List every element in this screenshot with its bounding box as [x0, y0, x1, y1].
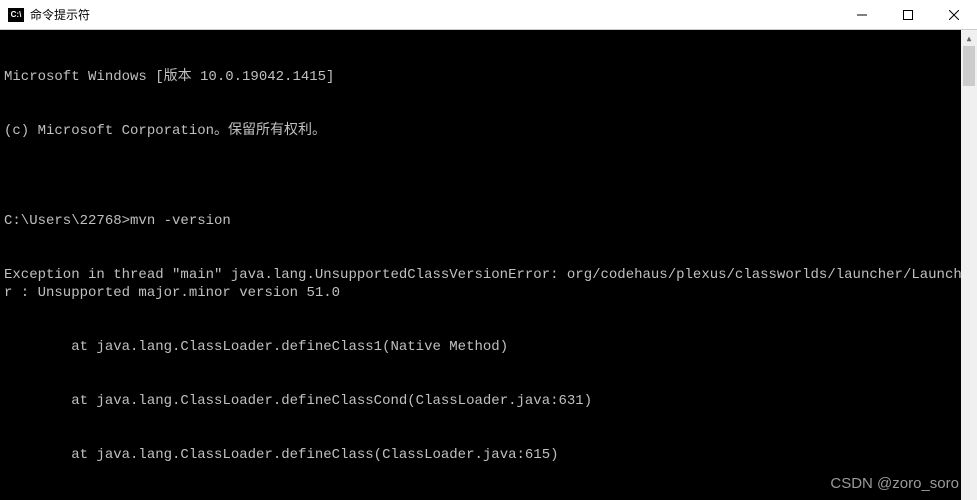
terminal-line: at java.lang.ClassLoader.defineClass1(Na… — [4, 338, 973, 356]
terminal-line: (c) Microsoft Corporation。保留所有权利。 — [4, 122, 973, 140]
terminal-prompt-line: C:\Users\22768>mvn -version — [4, 212, 973, 230]
maximize-button[interactable] — [885, 0, 931, 30]
scrollbar-thumb[interactable] — [963, 46, 975, 86]
scroll-up-arrow-icon[interactable]: ▲ — [961, 30, 977, 46]
terminal-line: at java.lang.ClassLoader.defineClass(Cla… — [4, 446, 973, 464]
window-controls — [839, 0, 977, 30]
terminal-line: Exception in thread "main" java.lang.Uns… — [4, 266, 973, 302]
watermark-text: CSDN @zoro_soro — [830, 475, 959, 492]
window-titlebar: C:\ 命令提示符 — [0, 0, 977, 30]
vertical-scrollbar[interactable]: ▲ — [961, 30, 977, 500]
cmd-icon: C:\ — [8, 8, 24, 22]
window-title: 命令提示符 — [30, 6, 90, 23]
close-button[interactable] — [931, 0, 977, 30]
terminal-output[interactable]: Microsoft Windows [版本 10.0.19042.1415] (… — [0, 30, 977, 500]
terminal-line: Microsoft Windows [版本 10.0.19042.1415] — [4, 68, 973, 86]
minimize-button[interactable] — [839, 0, 885, 30]
terminal-line: at java.lang.ClassLoader.defineClassCond… — [4, 392, 973, 410]
